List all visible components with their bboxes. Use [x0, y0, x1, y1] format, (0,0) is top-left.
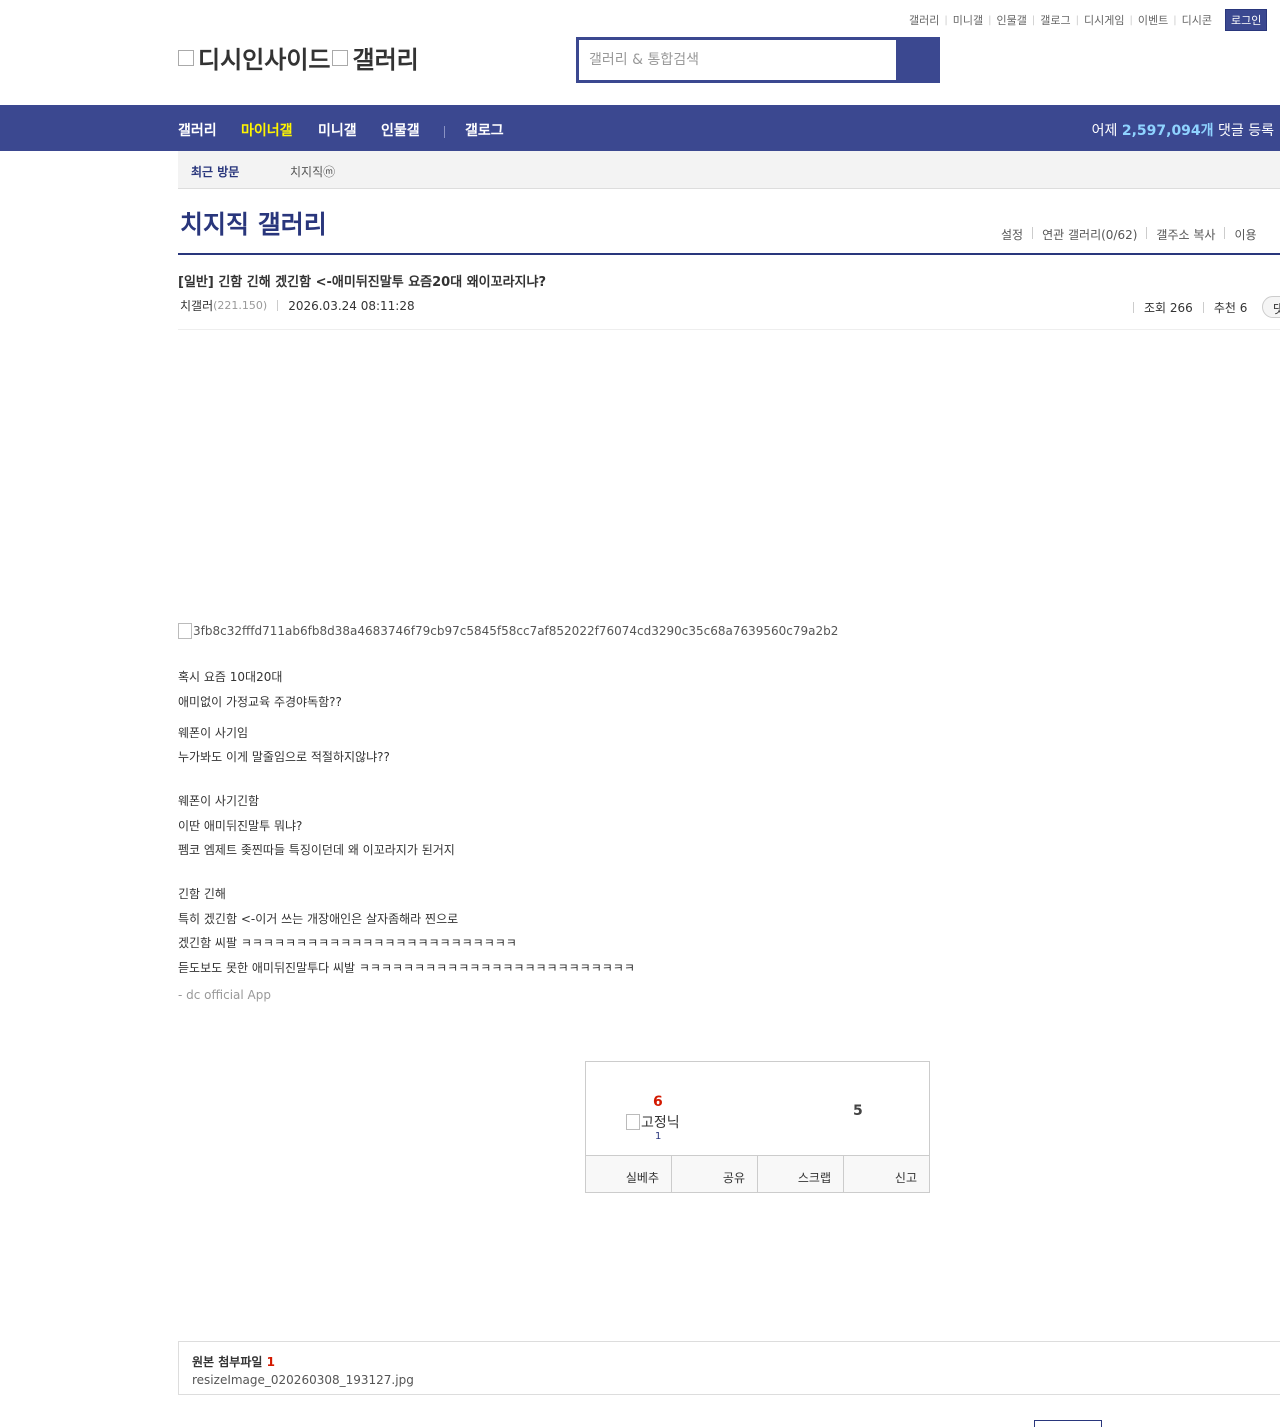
nav-item-gallog[interactable]: 갤로그	[465, 120, 504, 140]
broken-image-icon	[178, 49, 194, 66]
post-body-line: 혹시 요즘 10대20대	[178, 670, 283, 684]
top-link-gallery[interactable]: 갤러리	[904, 12, 944, 28]
recent-visits-title[interactable]: 최근 방문	[191, 163, 239, 180]
stat-suffix: 댓글 등록	[1218, 123, 1274, 139]
usage-link[interactable]: 이용	[1234, 226, 1256, 243]
main-nav: 갤러리 마이너갤 미니갤 인물갤 갤로그 어제 2,597,094개 댓글 등록	[0, 105, 1280, 151]
related-gallery-link[interactable]: 연관 갤러리(0/62)	[1042, 226, 1137, 243]
post-image-alt: 3fb8c32fffd711ab6fb8d38a4683746f79cb97c5…	[193, 624, 839, 638]
vote-box: 6 고정닉 1 5 실베추 공유 스크랩 신고	[585, 1061, 930, 1193]
scrap-button[interactable]: 스크랩	[758, 1156, 844, 1192]
attachment-title-label: 원본 첨부파일	[192, 1355, 263, 1369]
login-button[interactable]: 로그인	[1224, 9, 1268, 31]
top-link-minigall[interactable]: 미니갤	[948, 12, 988, 28]
divider	[1032, 227, 1034, 239]
reply-count-button[interactable]: 댓	[1262, 296, 1280, 318]
post-body-line: 펨코 엠제트 좆찐따들 특징이던데 왜 이꼬라지가 된거지	[178, 843, 455, 857]
upvote-count: 6	[653, 1094, 663, 1110]
post-title: [일반] 긴함 긴해 겠긴함 <-애미뒤진말투 요즘20대 왜이꼬라지냐?	[178, 275, 546, 290]
attachment-title: 원본 첨부파일 1	[192, 1353, 275, 1370]
fixed-nick-upvote-button[interactable]: 고정닉	[626, 1112, 680, 1132]
post-body-line: 이딴 애미뒤진말투 뭐냐?	[178, 819, 303, 833]
nav-item-mini-gallery[interactable]: 미니갤	[318, 120, 357, 140]
post-body-line: 웨폰이 사기임	[178, 726, 249, 740]
gallery-header-divider	[178, 253, 1280, 255]
share-button[interactable]: 공유	[672, 1156, 758, 1192]
top-link-dcgame[interactable]: 디시게임	[1079, 12, 1129, 28]
attachment-box: 원본 첨부파일 1 resizeImage_020260308_193127.j…	[178, 1341, 1280, 1395]
divider	[1202, 302, 1204, 313]
nav-item-gallery[interactable]: 갤러리	[178, 120, 217, 140]
downvote-count: 5	[853, 1103, 863, 1119]
broken-image-icon	[332, 49, 349, 66]
gallery-options: 설정 연관 갤러리(0/62) 갤주소 복사 이용	[1001, 226, 1257, 243]
post-body-line: 듣도보도 못한 애미뒤진말투다 씨발 ㅋㅋㅋㅋㅋㅋㅋㅋㅋㅋㅋㅋㅋㅋㅋㅋㅋㅋㅋㅋㅋ…	[178, 961, 635, 975]
best-recommend-button[interactable]: 실베추	[586, 1156, 672, 1192]
post-meta: 치갤러 (221.150) 2026.03.24 08:11:28	[180, 297, 415, 314]
top-link-event[interactable]: 이벤트	[1133, 12, 1173, 28]
comment-sort-tab[interactable]	[1034, 1420, 1102, 1427]
nav-item-minor-gallery[interactable]: 마이너갤	[241, 120, 293, 140]
post-body-line: 애미없이 가정교육 주경야독함??	[178, 695, 342, 709]
recent-visits-bar: 최근 방문 치지직ⓜ	[178, 151, 1280, 189]
top-link-gallog[interactable]: 갤로그	[1035, 12, 1075, 28]
nav-item-person-gallery[interactable]: 인물갤	[381, 120, 420, 140]
divider	[1224, 227, 1226, 239]
stat-prefix: 어제	[1091, 123, 1118, 139]
search-input[interactable]	[579, 40, 896, 80]
divider	[1133, 302, 1134, 313]
post-body-line: 긴함 긴해	[178, 887, 226, 901]
report-button[interactable]: 신고	[844, 1156, 929, 1192]
site-logo[interactable]: 디시인사이드 갤러리	[178, 40, 419, 75]
post-recommend: 추천 6	[1213, 301, 1248, 315]
divider	[1146, 227, 1148, 239]
search-button[interactable]	[896, 40, 937, 80]
top-link-dccon[interactable]: 디시콘	[1177, 12, 1217, 28]
post-stats: 조회 266 추천 6	[1123, 299, 1247, 316]
stat-count: 2,597,094개	[1121, 123, 1214, 139]
gallery-title[interactable]: 치지직 갤러리	[180, 205, 327, 241]
app-signature: - dc official App	[178, 988, 271, 1002]
broken-image-icon	[626, 1114, 640, 1130]
attachment-count: 1	[266, 1355, 275, 1369]
logo-sub-text: 갤러리	[352, 46, 419, 74]
post-image[interactable]: 3fb8c32fffd711ab6fb8d38a4683746f79cb97c5…	[178, 623, 838, 639]
post-author[interactable]: 치갤러	[180, 297, 213, 314]
post-date: 2026.03.24 08:11:28	[288, 298, 415, 313]
attachment-file-link[interactable]: resizeImage_020260308_193127.jpg	[192, 1373, 414, 1387]
comment-stat: 어제 2,597,094개 댓글 등록	[1092, 120, 1274, 140]
fixed-nick-count: 1	[655, 1131, 662, 1142]
copy-address-link[interactable]: 갤주소 복사	[1156, 226, 1215, 243]
post-body-line: 특히 겠긴함 <-이거 쓰는 개장애인은 살자좀해라 찐으로	[178, 912, 459, 926]
vote-action-row: 실베추 공유 스크랩 신고	[586, 1155, 929, 1192]
post-body-line: 겠긴함 씨팔 ㅋㅋㅋㅋㅋㅋㅋㅋㅋㅋㅋㅋㅋㅋㅋㅋㅋㅋㅋㅋㅋㅋㅋㅋㅋ	[178, 936, 517, 950]
post-body-line: 누가봐도 이게 말줄임으로 적절하지않냐??	[178, 750, 390, 764]
search-box	[576, 37, 940, 83]
logo-main-text: 디시인사이드	[198, 46, 331, 74]
post-author-ip: (221.150)	[213, 299, 268, 312]
post-views: 조회 266	[1144, 301, 1193, 315]
settings-link[interactable]: 설정	[1001, 226, 1023, 243]
broken-image-icon	[178, 623, 192, 639]
recent-visit-item[interactable]: 치지직ⓜ	[290, 163, 335, 180]
divider	[277, 300, 279, 311]
comment-header-cut	[178, 1420, 1280, 1427]
top-link-persongall[interactable]: 인물갤	[992, 12, 1032, 28]
top-utility-links: 갤러리 | 미니갤 | 인물갤 | 갤로그 | 디시게임 | 이벤트 | 디시콘 로그인	[904, 9, 1268, 31]
post-body-line: 웨폰이 사기긴함	[178, 794, 260, 808]
nav-divider	[444, 126, 445, 138]
fixed-nick-label: 고정닉	[641, 1115, 680, 1131]
post-header-divider	[178, 329, 1280, 330]
